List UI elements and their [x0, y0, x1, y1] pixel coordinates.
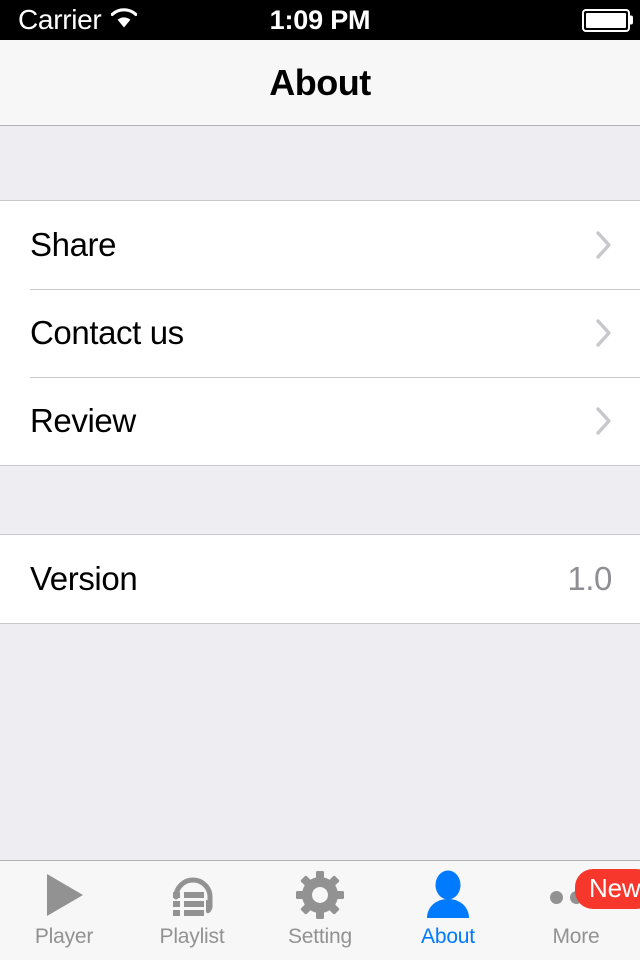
list-item-review[interactable]: Review [0, 377, 640, 465]
tab-setting[interactable]: Setting [256, 861, 384, 960]
app-screen: Carrier 1:09 PM About Share Contact us R… [0, 0, 640, 960]
section-gap-bottom [0, 624, 640, 861]
list-item-label: Review [30, 402, 136, 439]
tab-more[interactable]: New More [512, 861, 640, 960]
page-title: About [269, 61, 371, 103]
status-bar-right [582, 8, 633, 32]
tab-icon-container [295, 870, 345, 925]
tab-playlist[interactable]: Playlist [128, 861, 256, 960]
headphones-list-icon [166, 870, 218, 925]
gear-icon [295, 870, 345, 925]
tab-label: Playlist [159, 925, 225, 948]
tab-label: Setting [288, 925, 352, 948]
tab-icon-container [425, 870, 471, 925]
tab-label: About [421, 925, 475, 948]
new-badge: New [575, 869, 640, 909]
tab-label: More [552, 925, 600, 948]
list-item-label: Version [30, 560, 138, 597]
tab-about[interactable]: About [384, 861, 512, 960]
person-icon [425, 870, 471, 925]
list-section-links: Share Contact us Review [0, 200, 640, 466]
tab-bar: Player Playlist Setting About New More [0, 860, 640, 960]
battery-icon [582, 8, 633, 32]
version-value: 1.0 [567, 560, 612, 597]
section-gap-top [0, 126, 640, 200]
list-item-share[interactable]: Share [0, 201, 640, 289]
tab-icon-container [166, 871, 218, 923]
list-item-version: Version 1.0 [0, 535, 640, 623]
chevron-right-icon [596, 231, 612, 259]
chevron-right-icon [596, 319, 612, 347]
list-item-contact-us[interactable]: Contact us [0, 289, 640, 377]
tab-icon-container [41, 871, 87, 923]
battery-cap [630, 15, 633, 25]
section-gap-middle [0, 466, 640, 534]
tab-player[interactable]: Player [0, 861, 128, 960]
status-bar: Carrier 1:09 PM [0, 0, 640, 40]
list-item-label: Share [30, 226, 117, 263]
ellipsis-dot [549, 890, 563, 904]
status-bar-time: 1:09 PM [269, 4, 371, 35]
list-section-version: Version 1.0 [0, 534, 640, 624]
play-triangle-icon [41, 871, 87, 924]
list-item-label: Contact us [30, 314, 184, 351]
battery-fill [586, 12, 626, 28]
tab-label: Player [34, 925, 94, 948]
chevron-right-icon [596, 407, 612, 435]
navigation-bar: About [0, 40, 640, 126]
table-view[interactable]: Share Contact us Review Version 1.0 [0, 126, 640, 861]
